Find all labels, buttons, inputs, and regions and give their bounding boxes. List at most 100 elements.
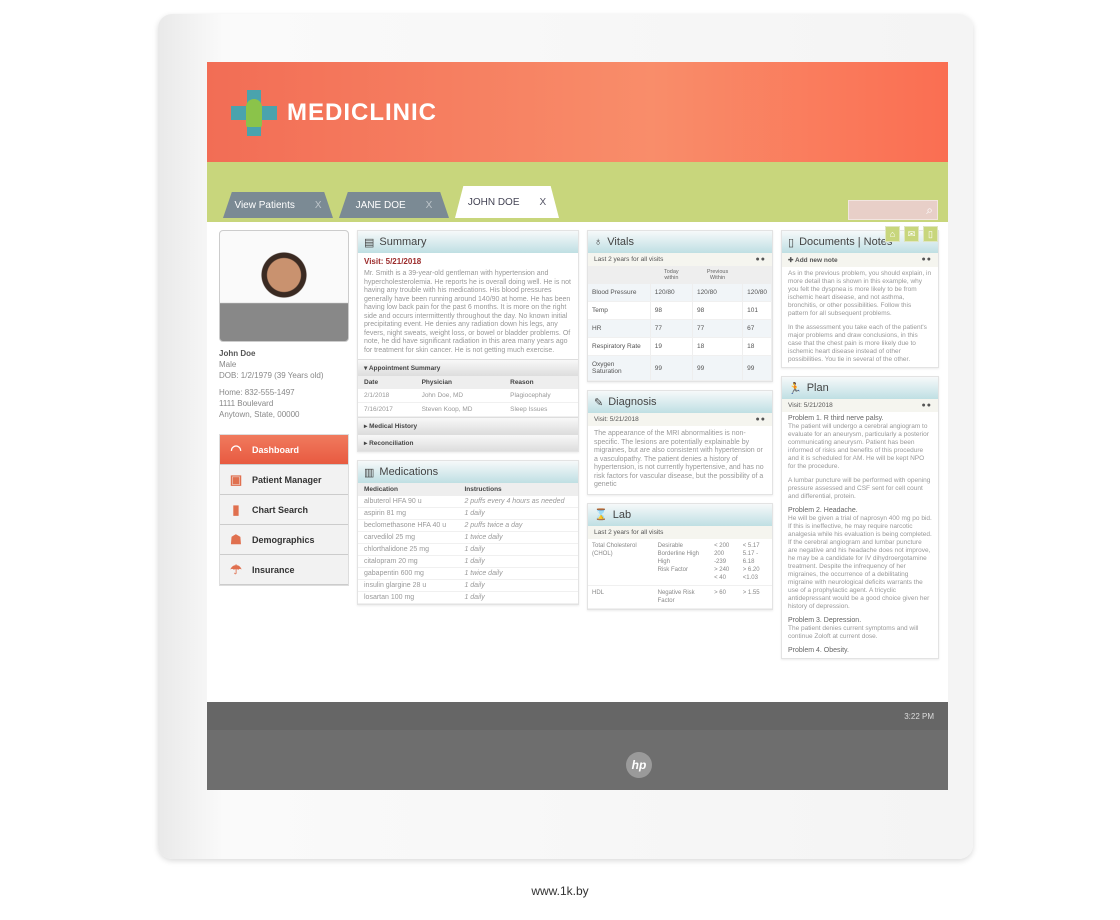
- status-bar: 3:22 PM: [207, 702, 948, 730]
- sidebar-item-chart-search[interactable]: ▮ Chart Search: [220, 495, 348, 525]
- medications-table: Medication Instructions albuterol HFA 90 u…: [358, 483, 578, 604]
- visit-date: Visit: 5/21/2018: [788, 402, 833, 409]
- table-row: beclomethasone HFA 40 u2 puffs twice a d…: [358, 519, 578, 532]
- table-cell: 1 daily: [458, 507, 578, 520]
- plan-item: Problem 1. R third nerve palsy. The patie…: [782, 412, 938, 474]
- patient-photo: [219, 230, 349, 342]
- sidebar-item-demographics[interactable]: ☗ Demographics: [220, 525, 348, 555]
- nav-arrows-icon[interactable]: ●●: [922, 256, 932, 264]
- lab-table: Total Cholesterol (CHOL) Desirable Border…: [588, 538, 772, 609]
- nav-arrows-icon[interactable]: ●●: [922, 402, 932, 409]
- trash-icon[interactable]: ▯: [923, 226, 938, 242]
- toolbar: ⌂ ✉ ▯: [885, 226, 938, 242]
- column-header: [588, 266, 651, 284]
- sidebar-item-dashboard[interactable]: ◠ Dashboard: [220, 435, 348, 465]
- table-cell: 1 twice daily: [458, 531, 578, 544]
- vitals-card: ♁ Vitals Last 2 years for all visits ●● To…: [587, 230, 773, 382]
- plan-card: 🏃 Plan Visit: 5/21/2018 ●● Problem 1. R th…: [781, 376, 939, 659]
- screen: MEDICLINIC ⌕ View Patients X JANE DOE X JOHN…: [207, 62, 948, 730]
- table-cell: beclomethasone HFA 40 u: [358, 519, 459, 532]
- hp-logo: hp: [626, 752, 652, 778]
- medical-history-toggle[interactable]: ▸ Medical History: [358, 417, 578, 434]
- column-header: Reason: [504, 376, 578, 389]
- table-cell: 77: [650, 319, 693, 338]
- table-row: Total Cholesterol (CHOL) Desirable Border…: [588, 538, 772, 586]
- home-icon[interactable]: ⌂: [885, 226, 900, 242]
- sidebar-item-label: Patient Manager: [252, 474, 322, 485]
- column-header: Physician: [415, 376, 505, 389]
- search-input[interactable]: ⌕: [848, 200, 938, 220]
- close-icon[interactable]: X: [315, 200, 322, 211]
- people-icon: ☗: [230, 531, 242, 547]
- table-cell: insulin glargine 28 u: [358, 579, 459, 592]
- plan-problem-heading: Problem 4. Obesity.: [788, 647, 849, 654]
- table-cell: HDL: [588, 585, 654, 609]
- card-subtitle: Last 2 years for all visits: [594, 256, 664, 263]
- table-cell: 19: [650, 337, 693, 356]
- table-cell: 101: [742, 301, 772, 320]
- mail-icon[interactable]: ✉: [904, 226, 919, 242]
- bar-chart-icon: ▮: [232, 501, 240, 517]
- sidebar-item-insurance[interactable]: ☂ Insurance: [220, 555, 348, 585]
- column-header: Instructions: [458, 483, 578, 496]
- summary-card: ▤ Summary Visit: 5/21/2018 Mr. Smith is a…: [357, 230, 579, 452]
- plan-problem-text: The patient denies current symptoms and …: [788, 625, 919, 640]
- plan-item: Problem 2. Headache. He will be given a t…: [782, 504, 938, 614]
- close-icon[interactable]: X: [426, 200, 433, 211]
- table-cell: 18: [742, 337, 772, 356]
- diagnosis-text: The appearance of the MRI abnormalities …: [594, 430, 764, 488]
- nav-arrows-icon[interactable]: ●●: [756, 416, 766, 423]
- table-row: citalopram 20 mg 1 daily: [358, 555, 578, 568]
- lab-card: ⌛ Lab Last 2 years for all visits Total C…: [587, 502, 773, 610]
- note-paragraph: In the assessment you take each of the p…: [788, 324, 927, 363]
- column-header: Date: [358, 376, 416, 389]
- table-cell: 2 puffs every 4 hours as needed: [458, 496, 578, 508]
- table-cell: Oxygen Saturation: [588, 355, 651, 381]
- close-icon[interactable]: X: [540, 197, 547, 208]
- tab-label: View Patients: [234, 199, 295, 211]
- hourglass-icon: ⌛: [594, 509, 608, 521]
- table-cell: Blood Pressure: [588, 284, 651, 302]
- patient-city: Anytown, State, 00000: [219, 410, 300, 419]
- tab-label: JANE DOE: [355, 199, 406, 211]
- table-cell: 99: [692, 355, 744, 381]
- appointment-summary-toggle[interactable]: ▾ Appointment Summary: [358, 359, 578, 376]
- table-cell: gabapentin 600 mg: [358, 567, 459, 580]
- add-note-label: Add new note: [795, 257, 838, 264]
- table-cell: < 5.17 5.17 - 6.18 > 6.20 <1.03: [738, 538, 772, 586]
- table-cell: citalopram 20 mg: [358, 555, 459, 568]
- tab-view-patients[interactable]: View Patients X: [223, 192, 333, 218]
- table-cell: 1 twice daily: [458, 567, 578, 580]
- card-subtitle: Last 2 years for all visits: [594, 528, 664, 536]
- table-row: carvedilol 25 mg 1 twice daily: [358, 531, 578, 544]
- search-icon[interactable]: ⌕: [926, 203, 933, 218]
- table-cell: aspirin 81 mg: [358, 507, 459, 520]
- tab-john-doe[interactable]: JOHN DOE X: [455, 186, 559, 218]
- table-cell: 77: [692, 319, 744, 338]
- clipboard-icon: ▤: [364, 236, 375, 249]
- accordion-label: Appointment Summary: [368, 365, 441, 372]
- table-row: aspirin 81 mg 1 daily: [358, 507, 578, 520]
- table-cell: chlorthalidone 25 mg: [358, 543, 459, 556]
- table-row: albuterol HFA 90 u2 puffs every 4 hours …: [358, 496, 578, 508]
- reconciliation-toggle[interactable]: ▸ Reconciliation: [358, 434, 578, 451]
- table-cell: Temp: [588, 301, 651, 320]
- table-cell: 99: [650, 355, 693, 381]
- card-title: Medications: [379, 466, 439, 478]
- table-row: Blood Pressure 120/80 120/80 120/80: [588, 284, 772, 302]
- plan-list[interactable]: Problem 1. R third nerve palsy. The patie…: [782, 412, 938, 658]
- add-note-button[interactable]: ✚ Add new note: [788, 256, 838, 264]
- visit-date: Visit: 5/21/2018: [594, 416, 639, 423]
- visit-date: Visit: 5/21/2018: [364, 257, 422, 266]
- plan-item: A lumbar puncture will be performed with…: [782, 474, 938, 504]
- watermark-text: www.1k.by: [531, 884, 589, 898]
- main-content: John Doe Male DOB: 1/2/1979 (39 Years ol…: [207, 222, 948, 700]
- patient-phone: Home: 832-555-1497: [219, 388, 295, 397]
- table-row: 2/1/2018 John Doe, MD Plagiocephaly: [358, 389, 578, 403]
- table-cell: Steven Koop, MD: [415, 402, 505, 417]
- tab-jane-doe[interactable]: JANE DOE X: [339, 192, 449, 218]
- sidebar-item-patient-manager[interactable]: ▣ Patient Manager: [220, 465, 348, 495]
- plan-problem-heading: Problem 1. R third nerve palsy.: [788, 415, 884, 422]
- medications-card: ▥ Medications Medication Instructions albut…: [357, 460, 579, 605]
- nav-arrows-icon[interactable]: ●●: [756, 256, 766, 263]
